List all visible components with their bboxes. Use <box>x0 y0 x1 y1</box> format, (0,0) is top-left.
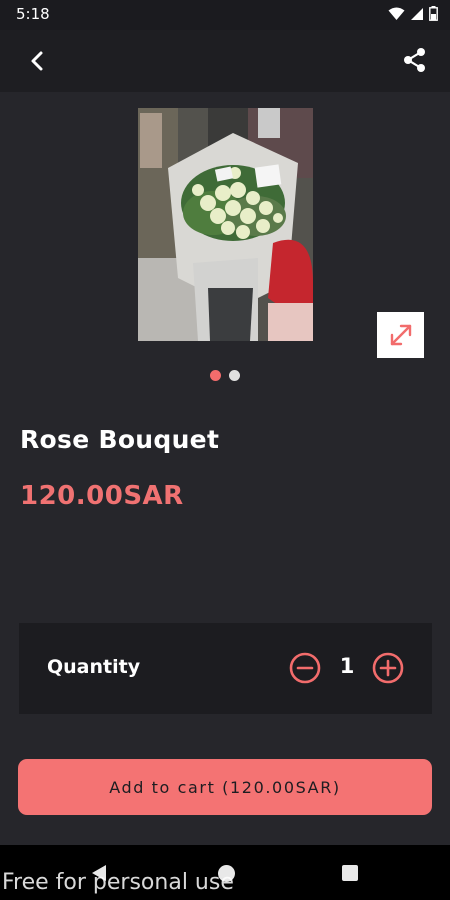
battery-icon <box>429 6 438 21</box>
bouquet-photo <box>138 108 313 341</box>
pager-dot-active[interactable] <box>210 370 221 381</box>
wifi-icon <box>388 7 405 20</box>
add-to-cart-button[interactable]: Add to cart (120.00SAR) <box>18 759 432 815</box>
decrease-quantity-button[interactable] <box>289 652 321 684</box>
back-button[interactable] <box>22 46 52 76</box>
product-image[interactable] <box>138 108 313 341</box>
back-chevron-icon <box>31 51 43 71</box>
quantity-value: 1 <box>339 654 355 678</box>
expand-image-button[interactable] <box>377 312 424 358</box>
app-bar <box>0 30 450 92</box>
watermark-text: Free for personal use <box>2 870 234 895</box>
share-icon <box>404 48 425 72</box>
signal-icon <box>411 7 423 20</box>
quantity-label: Quantity <box>47 656 141 678</box>
share-button[interactable] <box>400 45 430 75</box>
screen: 5:18 Rose Bouquet 120.00SAR Quantity 1 A… <box>0 0 450 900</box>
product-price: 120.00SAR <box>20 481 184 511</box>
plus-circle-icon <box>372 652 404 684</box>
image-pager <box>210 370 240 381</box>
product-title: Rose Bouquet <box>20 425 220 454</box>
increase-quantity-button[interactable] <box>372 652 404 684</box>
status-icons <box>388 6 438 21</box>
pager-dot[interactable] <box>229 370 240 381</box>
add-to-cart-label: Add to cart (120.00SAR) <box>109 777 341 797</box>
nav-recents-icon[interactable] <box>342 865 358 881</box>
status-time: 5:18 <box>16 5 50 23</box>
minus-circle-icon <box>289 652 321 684</box>
expand-icon <box>390 324 411 346</box>
quantity-panel: Quantity 1 <box>19 623 432 714</box>
status-bar: 5:18 <box>0 0 450 30</box>
